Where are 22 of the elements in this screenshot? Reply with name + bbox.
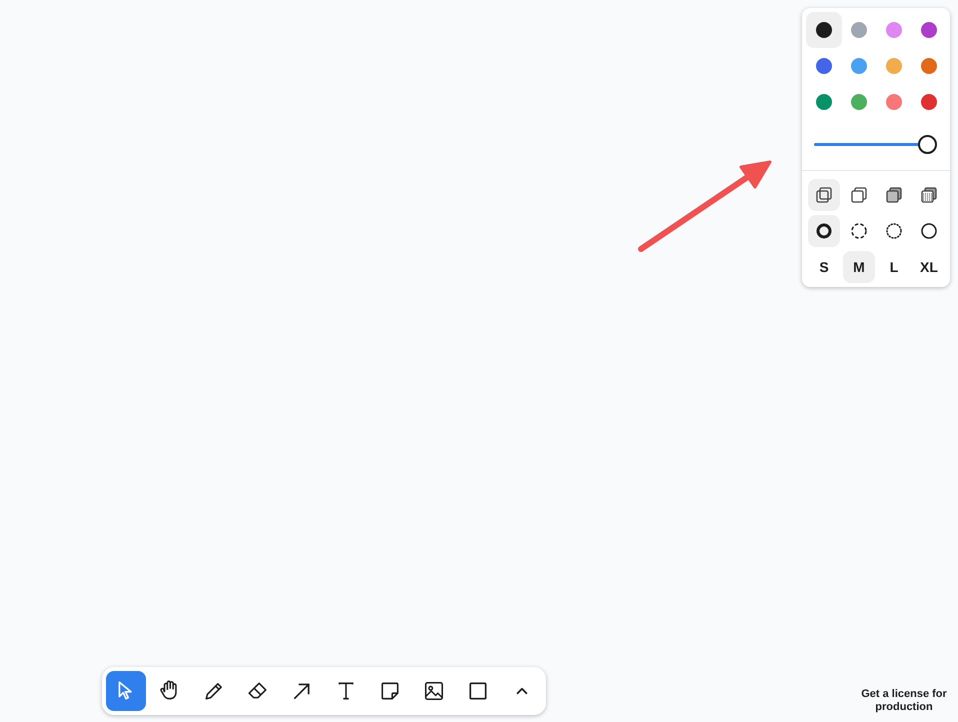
dash-dotted-icon <box>885 222 903 240</box>
fill-none-icon <box>815 186 833 204</box>
opacity-slider[interactable] <box>814 135 938 155</box>
dash-solid-icon <box>920 222 938 240</box>
dash-draw-icon <box>815 222 833 240</box>
fill-semi-icon <box>850 186 868 204</box>
size-button[interactable]: XL <box>913 251 945 283</box>
size-button[interactable]: S <box>808 251 840 283</box>
pencil-icon <box>203 680 225 702</box>
size-button[interactable]: L <box>878 251 910 283</box>
sticky-note-icon <box>379 680 401 702</box>
dash-button[interactable] <box>808 215 840 247</box>
color-swatch-button[interactable] <box>806 12 842 48</box>
fill-solid-icon <box>885 186 903 204</box>
dash-dashed-icon <box>850 222 868 240</box>
license-link[interactable]: Get a license for production <box>848 688 958 714</box>
image-icon <box>423 680 445 702</box>
size-button[interactable]: M <box>843 251 875 283</box>
fill-button[interactable] <box>808 179 840 211</box>
rectangle-icon <box>467 680 489 702</box>
fill-pattern-icon <box>920 186 938 204</box>
slider-thumb[interactable] <box>918 135 937 154</box>
